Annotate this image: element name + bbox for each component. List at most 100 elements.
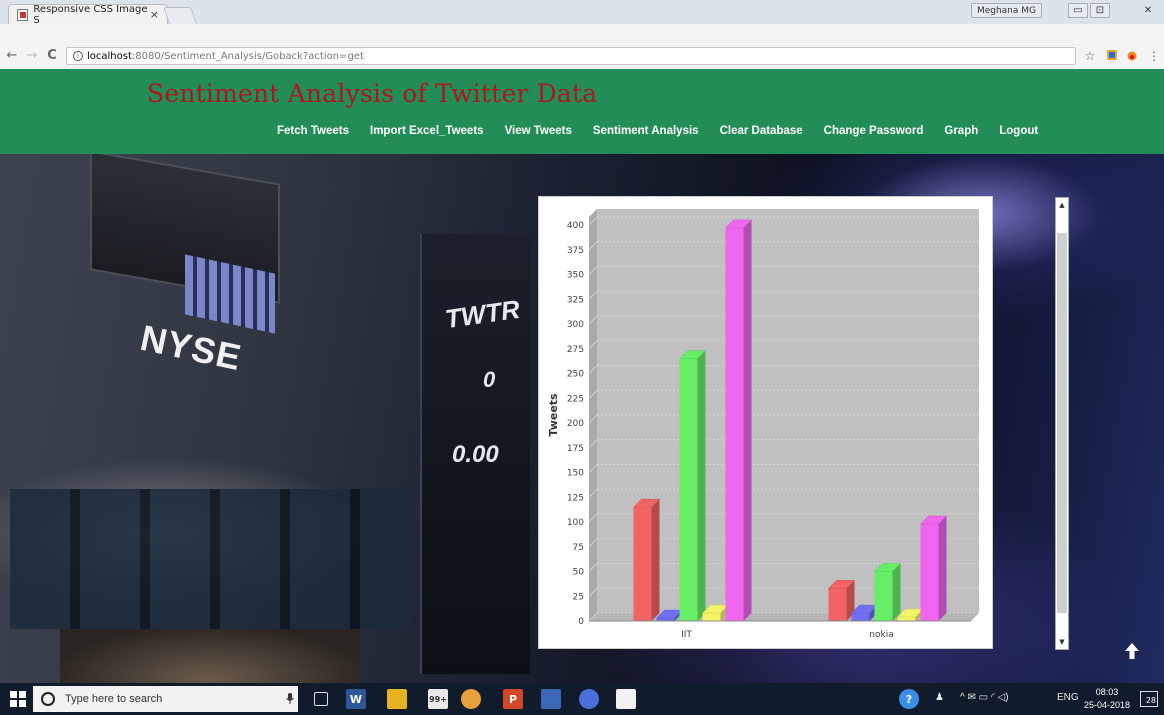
scroll-up-icon[interactable]: ▲ xyxy=(1056,198,1068,212)
bar xyxy=(633,507,652,621)
nav-fetch-tweets[interactable]: Fetch Tweets xyxy=(277,125,349,137)
clock-date: 25-04-2018 xyxy=(1083,700,1131,710)
profile-button[interactable]: Meghana MG xyxy=(970,3,1042,18)
cortana-icon xyxy=(41,692,55,706)
new-tab-button[interactable] xyxy=(162,7,198,24)
bar-side xyxy=(938,515,947,621)
favicon-icon xyxy=(17,8,29,21)
y-tick-label: 375 xyxy=(567,246,584,256)
nav-graph[interactable]: Graph xyxy=(944,125,978,137)
system-clock[interactable]: 08:03 25-04-2018 xyxy=(1082,686,1132,712)
bar xyxy=(679,358,698,621)
trading-screens xyxy=(10,489,410,629)
store-icon[interactable]: 99+ xyxy=(428,689,448,709)
photos-icon[interactable] xyxy=(616,689,636,709)
bar xyxy=(897,617,916,621)
y-tick-label: 200 xyxy=(567,419,584,429)
bookmark-star-icon[interactable]: ☆ xyxy=(1082,49,1098,63)
tab-title: Responsive CSS Image S xyxy=(33,3,148,26)
y-tick-label: 25 xyxy=(573,592,584,602)
y-tick-label: 50 xyxy=(573,568,585,578)
nav-import-excel-tweets[interactable]: Import Excel_Tweets xyxy=(370,125,484,137)
back-icon[interactable]: ← xyxy=(4,48,20,63)
browser-menu-icon[interactable]: ⋮ xyxy=(1146,49,1162,63)
y-tick-label: 275 xyxy=(567,345,584,355)
nav-view-tweets[interactable]: View Tweets xyxy=(505,125,572,137)
url-path: :8080/Sentiment_Analysis/Goback?action=g… xyxy=(131,50,364,62)
bar xyxy=(874,571,893,621)
browser-tab[interactable]: Responsive CSS Image S × xyxy=(8,3,168,26)
reload-icon[interactable]: C xyxy=(44,48,60,63)
help-icon[interactable]: ? xyxy=(899,689,919,709)
window-close-icon[interactable]: ✕ xyxy=(1138,3,1158,18)
task-view-icon[interactable] xyxy=(314,692,328,706)
maximize-icon[interactable]: ⊡ xyxy=(1090,3,1110,18)
y-tick-label: 300 xyxy=(567,320,584,330)
price-photo-text: 0.00 xyxy=(452,441,499,468)
bar xyxy=(920,523,939,621)
sentiment-chart: 0 25 50 75 100 125 150 175 200 225 250 275 300 325 350… xyxy=(538,196,993,649)
people-icon[interactable]: ♟ xyxy=(935,692,944,703)
bar-side xyxy=(697,350,706,621)
windows-start-icon[interactable] xyxy=(10,691,26,707)
bar xyxy=(725,227,744,621)
y-axis-label: Tweets xyxy=(547,393,560,437)
chart-svg: 0 25 50 75 100 125 150 175 200 225 250 275 300 325 350… xyxy=(547,209,979,640)
y-tick-label: 100 xyxy=(567,518,584,528)
address-bar[interactable]: i localhost:8080/Sentiment_Analysis/Goba… xyxy=(66,47,1076,65)
web-page: NYSE TWTR 0 0.00 Sentiment Analysis of T… xyxy=(0,69,1164,683)
nav-sentiment-analysis[interactable]: Sentiment Analysis xyxy=(593,125,699,137)
y-tick-label: 350 xyxy=(567,271,584,281)
taskbar-search[interactable]: Type here to search xyxy=(33,686,298,712)
main-nav: Fetch Tweets Import Excel_Tweets View Tw… xyxy=(277,125,1038,137)
y-tick-label: 225 xyxy=(567,394,584,404)
language-indicator[interactable]: ENG xyxy=(1057,692,1079,703)
back-to-top-icon[interactable] xyxy=(1122,640,1142,662)
zero-photo-text: 0 xyxy=(483,367,496,392)
y-tick-label: 75 xyxy=(573,543,584,553)
powerpoint-icon[interactable]: P xyxy=(503,689,523,709)
y-tick-label: 0 xyxy=(578,617,584,627)
y-tick-label: 250 xyxy=(567,370,584,380)
browser-titlebar: Responsive CSS Image S × Meghana MG ▭ ⊡ … xyxy=(0,0,1164,26)
tab-close-icon[interactable]: × xyxy=(150,8,159,21)
nav-change-password[interactable]: Change Password xyxy=(824,125,924,137)
search-placeholder: Type here to search xyxy=(65,693,163,705)
bar xyxy=(828,588,847,621)
bar-side xyxy=(743,219,752,621)
y-tick-label: 175 xyxy=(567,444,584,454)
nav-logout[interactable]: Logout xyxy=(999,125,1038,137)
y-tick-label: 325 xyxy=(567,295,584,305)
file-explorer-icon[interactable] xyxy=(387,689,407,709)
chart-scrollbar[interactable]: ▲ ▼ xyxy=(1055,197,1069,650)
site-header: Sentiment Analysis of Twitter Data Fetch… xyxy=(0,69,1164,154)
scroll-down-icon[interactable]: ▼ xyxy=(1056,635,1068,649)
extension-flame-icon[interactable] xyxy=(1124,49,1140,64)
bar-side xyxy=(892,563,901,621)
extension-shield-icon[interactable] xyxy=(1104,49,1120,64)
bar xyxy=(851,613,870,621)
notification-center-icon[interactable]: 28 xyxy=(1140,691,1158,707)
bar-side xyxy=(651,499,660,621)
site-info-icon[interactable]: i xyxy=(73,51,83,61)
tray-icons[interactable]: ^ ✉ ▭ ◜ ◁) xyxy=(960,692,1009,703)
netbeans-icon[interactable] xyxy=(541,689,561,709)
clock-time: 08:03 xyxy=(1095,687,1119,697)
windows-taskbar: Type here to search W 99+ P ? ♟ ^ ✉ ▭ ◜ … xyxy=(0,683,1164,715)
eclipse-icon[interactable] xyxy=(579,689,599,709)
bar xyxy=(702,613,721,621)
minimize-icon[interactable]: ▭ xyxy=(1068,3,1088,18)
site-title: Sentiment Analysis of Twitter Data xyxy=(147,79,598,108)
x-tick-label: nokia xyxy=(869,630,893,640)
x-tick-label: IIT xyxy=(681,630,692,640)
scroll-thumb[interactable] xyxy=(1057,233,1067,613)
y-tick-label: 150 xyxy=(567,469,584,479)
forward-icon[interactable]: → xyxy=(24,48,40,63)
nav-clear-database[interactable]: Clear Database xyxy=(720,125,803,137)
url-host: localhost xyxy=(87,50,132,62)
microphone-icon[interactable] xyxy=(285,692,295,708)
y-tick-label: 400 xyxy=(567,221,584,231)
chrome-icon[interactable] xyxy=(461,689,481,709)
y-tick-label: 125 xyxy=(567,493,584,503)
word-icon[interactable]: W xyxy=(346,689,366,709)
